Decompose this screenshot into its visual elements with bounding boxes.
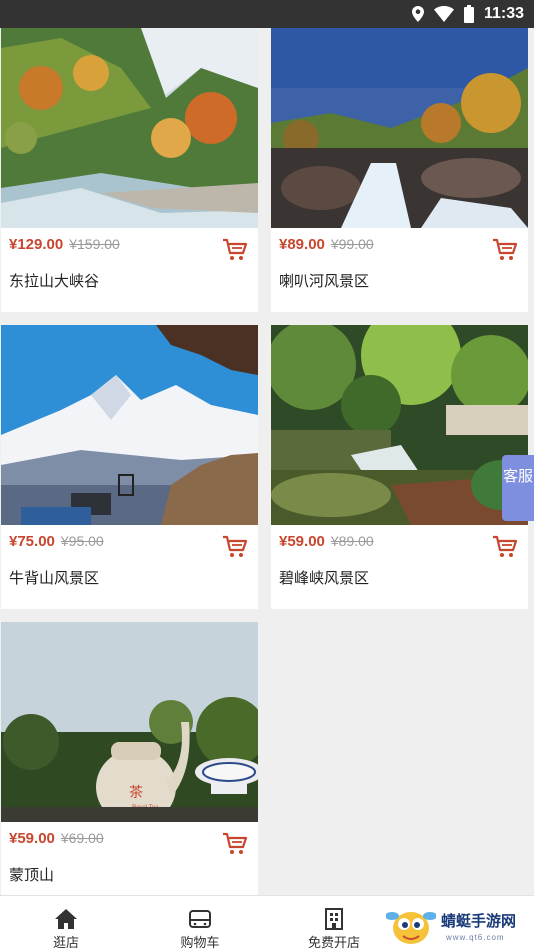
watermark-url: www.qt6.com (446, 933, 505, 942)
wifi-icon (433, 6, 454, 22)
customer-service-label: 客服 (502, 468, 533, 485)
original-price: ¥69.00 (60, 830, 104, 846)
customer-service-tab[interactable]: 客服 (502, 455, 534, 521)
location-icon (411, 6, 424, 22)
add-to-cart-icon[interactable] (492, 238, 518, 262)
watermark: 蜻蜓手游网 www.qt6.com (386, 906, 534, 949)
add-to-cart-icon[interactable] (222, 832, 248, 856)
add-to-cart-icon[interactable] (222, 535, 248, 559)
status-bar: 11:33 (0, 0, 534, 28)
battery-icon (463, 5, 474, 23)
product-title[interactable]: 牛背山风景区 (9, 567, 99, 588)
product-photo[interactable] (1, 325, 258, 525)
status-time: 11:33 (483, 5, 524, 22)
nav-item-cart[interactable]: 购物车 (160, 896, 240, 949)
current-price: ¥129.00 (9, 236, 64, 253)
product-card[interactable]: ¥89.00 ¥99.00 喇叭河风景区 (271, 28, 528, 312)
product-card[interactable]: ¥59.00 ¥89.00 碧峰峡风景区 (271, 325, 528, 609)
add-to-cart-icon[interactable] (492, 535, 518, 559)
cart-icon (189, 910, 211, 928)
dragonfly-logo-icon (386, 912, 436, 944)
current-price: ¥59.00 (279, 533, 325, 550)
product-card[interactable]: 茶 Royal Tea ¥59.00 ¥69.00 蒙顶山 (1, 622, 258, 898)
tea-sign: 茶 (129, 784, 143, 800)
product-card[interactable]: ¥75.00 ¥95.00 牛背山风景区 (1, 325, 258, 609)
price-row: ¥129.00 ¥159.00 (9, 236, 120, 258)
product-photo[interactable] (1, 28, 258, 228)
nav-label: 逛店 (52, 935, 79, 949)
product-title[interactable]: 碧峰峡风景区 (279, 567, 369, 588)
add-to-cart-icon[interactable] (222, 238, 248, 262)
watermark-text: 蜻蜓手游网 (441, 913, 517, 930)
product-photo[interactable] (271, 325, 528, 525)
product-title[interactable]: 东拉山大峡谷 (9, 270, 99, 291)
current-price: ¥75.00 (9, 533, 55, 550)
home-icon (55, 909, 77, 929)
nav-label: 免费开店 (307, 935, 360, 949)
product-card[interactable]: ¥129.00 ¥159.00 东拉山大峡谷 (1, 28, 258, 312)
original-price: ¥95.00 (60, 533, 104, 549)
current-price: ¥59.00 (9, 830, 55, 847)
price-row: ¥59.00 ¥69.00 (9, 830, 104, 852)
current-price: ¥89.00 (279, 236, 325, 253)
product-title[interactable]: 喇叭河风景区 (279, 270, 369, 291)
price-row: ¥75.00 ¥95.00 (9, 533, 104, 555)
product-photo[interactable] (271, 28, 528, 228)
nav-item-open-store[interactable]: 免费开店 (294, 896, 374, 949)
original-price: ¥89.00 (330, 533, 374, 549)
original-price: ¥99.00 (330, 236, 374, 252)
product-title[interactable]: 蒙顶山 (9, 864, 54, 885)
product-photo[interactable]: 茶 Royal Tea (1, 622, 258, 822)
building-icon (325, 908, 343, 930)
nav-label: 购物车 (180, 935, 220, 949)
price-row: ¥89.00 ¥99.00 (279, 236, 374, 258)
original-price: ¥159.00 (69, 236, 120, 252)
nav-item-shop[interactable]: 逛店 (26, 896, 106, 949)
price-row: ¥59.00 ¥89.00 (279, 533, 374, 555)
